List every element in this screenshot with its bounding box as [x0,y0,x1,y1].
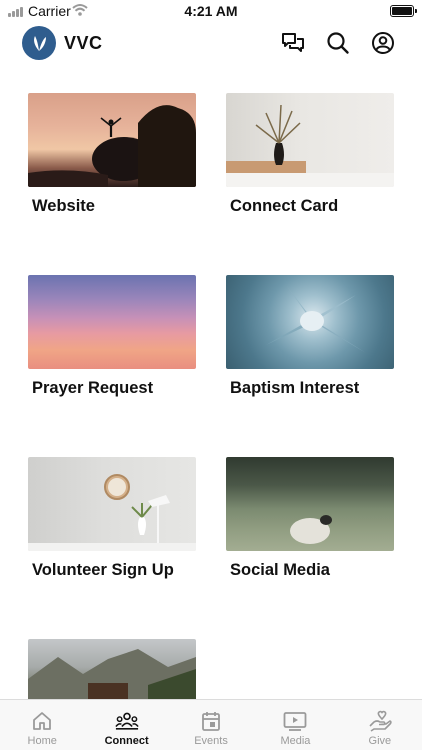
tab-give[interactable]: Give [338,700,422,750]
card-website[interactable]: Website [28,93,196,216]
heart-hand-icon [368,709,392,733]
website-image [28,93,196,187]
leaf-icon [34,36,46,51]
tab-media[interactable]: Media [253,700,337,750]
card-label: Prayer Request [32,379,154,397]
card-social-media[interactable]: Social Media [226,457,394,580]
search-button[interactable] [325,30,351,56]
profile-button[interactable] [370,30,396,56]
baptism-interest-image [226,275,394,369]
app-logo[interactable] [22,26,56,60]
tab-label: Give [368,735,392,747]
messages-button[interactable] [280,30,306,56]
app-header: VVC [0,24,422,66]
card-label: Volunteer Sign Up [32,561,174,579]
card-mountain[interactable] [28,639,196,699]
tab-home[interactable]: Home [0,700,84,750]
play-icon [283,709,307,733]
chat-icon [282,33,304,52]
people-icon [114,709,139,733]
calendar-icon [199,709,223,733]
tab-label: Home [27,735,57,747]
home-icon [30,709,54,733]
user-icon [372,32,394,54]
mountain-image [28,639,196,699]
tab-label: Events [194,735,228,747]
connect-card-image [226,93,394,187]
social-media-image [226,457,394,551]
card-label: Social Media [230,561,330,579]
card-volunteer-sign-up[interactable]: Volunteer Sign Up [28,457,196,580]
status-bar: Carrier 4:21 AM [0,0,422,22]
card-label: Website [32,197,95,215]
status-time: 4:21 AM [184,3,238,19]
card-label: Connect Card [230,197,339,215]
volunteer-sign-up-image [28,457,196,551]
card-baptism-interest[interactable]: Baptism Interest [226,275,394,398]
card-label: Baptism Interest [230,379,360,397]
tab-events[interactable]: Events [169,700,253,750]
card-connect-card[interactable]: Connect Card [226,93,394,216]
tab-label: Connect [104,735,149,747]
tab-bar: Home Connect Events Media Give [0,699,422,750]
card-prayer-request[interactable]: Prayer Request [28,275,196,398]
app-title: VVC [64,33,103,53]
tab-connect[interactable]: Connect [84,700,168,750]
search-icon [327,32,349,54]
connect-grid: Website Connect Card Prayer Request Bapt… [0,93,422,699]
battery-icon [390,5,417,17]
prayer-request-image [28,275,196,369]
tab-label: Media [280,735,311,747]
